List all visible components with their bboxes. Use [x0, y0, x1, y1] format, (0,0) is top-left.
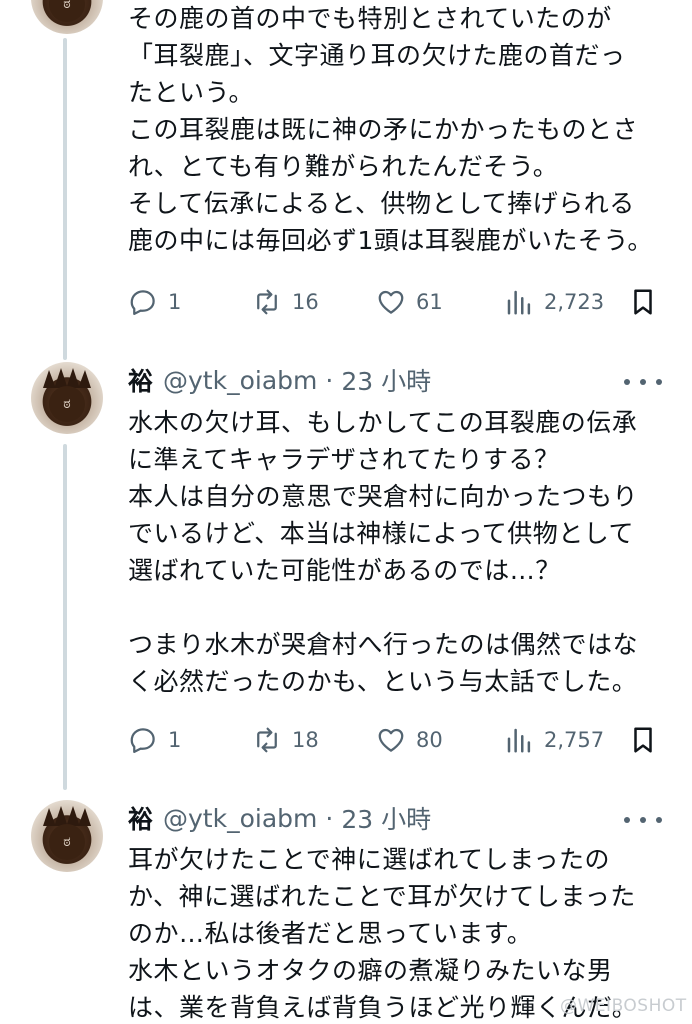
like-icon: [378, 290, 404, 314]
thread-line: [63, 444, 67, 790]
thread-line: [63, 38, 67, 360]
views-button[interactable]: 2,723: [504, 282, 604, 322]
tweet-header: 裕 @ytk_oiabm · 23 小時: [128, 800, 431, 836]
like-count: 61: [416, 290, 443, 314]
reply-button[interactable]: 1: [128, 720, 181, 760]
separator-dot: ·: [325, 365, 334, 395]
author-name[interactable]: 裕: [128, 362, 153, 398]
avatar-face: ಠ: [49, 0, 85, 22]
author-name[interactable]: 裕: [128, 800, 153, 836]
more-options-button[interactable]: [624, 810, 662, 830]
view-count: 2,757: [544, 728, 605, 752]
separator-dot: ·: [325, 803, 334, 833]
retweet-button[interactable]: 18: [252, 720, 319, 760]
bookmark-button[interactable]: [628, 720, 658, 760]
more-icon-dot: [640, 379, 646, 385]
avatar-face: ಠ: [49, 824, 85, 860]
reply-icon: [130, 728, 155, 753]
tweet-text: 水木の欠け耳、もしかしてこの耳裂鹿の伝承 に準えてキャラデザされてたりする？ 本…: [128, 408, 639, 696]
more-icon-dot: [640, 817, 646, 823]
reply-count: 1: [168, 728, 182, 752]
more-icon-dot: [656, 379, 662, 385]
avatar[interactable]: ಠ: [31, 362, 103, 434]
avatar-hair-icon: [43, 806, 91, 826]
reply-count: 1: [168, 290, 182, 314]
retweet-icon: [257, 727, 277, 753]
reply-button[interactable]: 1: [128, 282, 181, 322]
views-button[interactable]: 2,757: [504, 720, 604, 760]
more-icon-dot: [656, 817, 662, 823]
like-button[interactable]: 80: [376, 720, 443, 760]
like-count: 80: [416, 728, 443, 752]
watermark: @WEIBOSHOT: [560, 996, 687, 1016]
retweet-count: 18: [292, 728, 319, 752]
more-icon: [624, 379, 630, 385]
like-icon: [378, 728, 404, 752]
tweet-actions: 1 16 61 2,723: [128, 282, 668, 322]
views-icon: [507, 728, 531, 753]
reply-icon: [130, 290, 155, 315]
tweet-timestamp[interactable]: 23 小時: [341, 362, 431, 398]
view-count: 2,723: [544, 290, 605, 314]
avatar-hair-icon: [43, 368, 91, 388]
tweet-timestamp[interactable]: 23 小時: [341, 800, 431, 836]
more-icon: [624, 817, 630, 823]
bookmark-button[interactable]: [628, 282, 658, 322]
avatar[interactable]: ಠ: [31, 800, 103, 872]
author-handle[interactable]: @ytk_oiabm: [163, 366, 317, 395]
tweet-header: 裕 @ytk_oiabm · 23 小時: [128, 362, 431, 398]
author-handle[interactable]: @ytk_oiabm: [163, 804, 317, 833]
bookmark-icon: [634, 289, 652, 315]
more-options-button[interactable]: [624, 372, 662, 392]
like-button[interactable]: 61: [376, 282, 443, 322]
tweet-text: その鹿の首の中でも特別とされていたのが 「耳裂鹿」、文字通り耳の欠けた鹿の首だっ…: [128, 4, 653, 255]
views-icon: [507, 290, 531, 315]
tweet-actions: 1 18 80 2,757: [128, 720, 668, 760]
retweet-icon: [257, 289, 277, 315]
retweet-button[interactable]: 16: [252, 282, 319, 322]
avatar[interactable]: ಠ: [31, 0, 103, 34]
bookmark-icon: [634, 727, 652, 753]
avatar-face: ಠ: [49, 386, 85, 422]
retweet-count: 16: [292, 290, 319, 314]
